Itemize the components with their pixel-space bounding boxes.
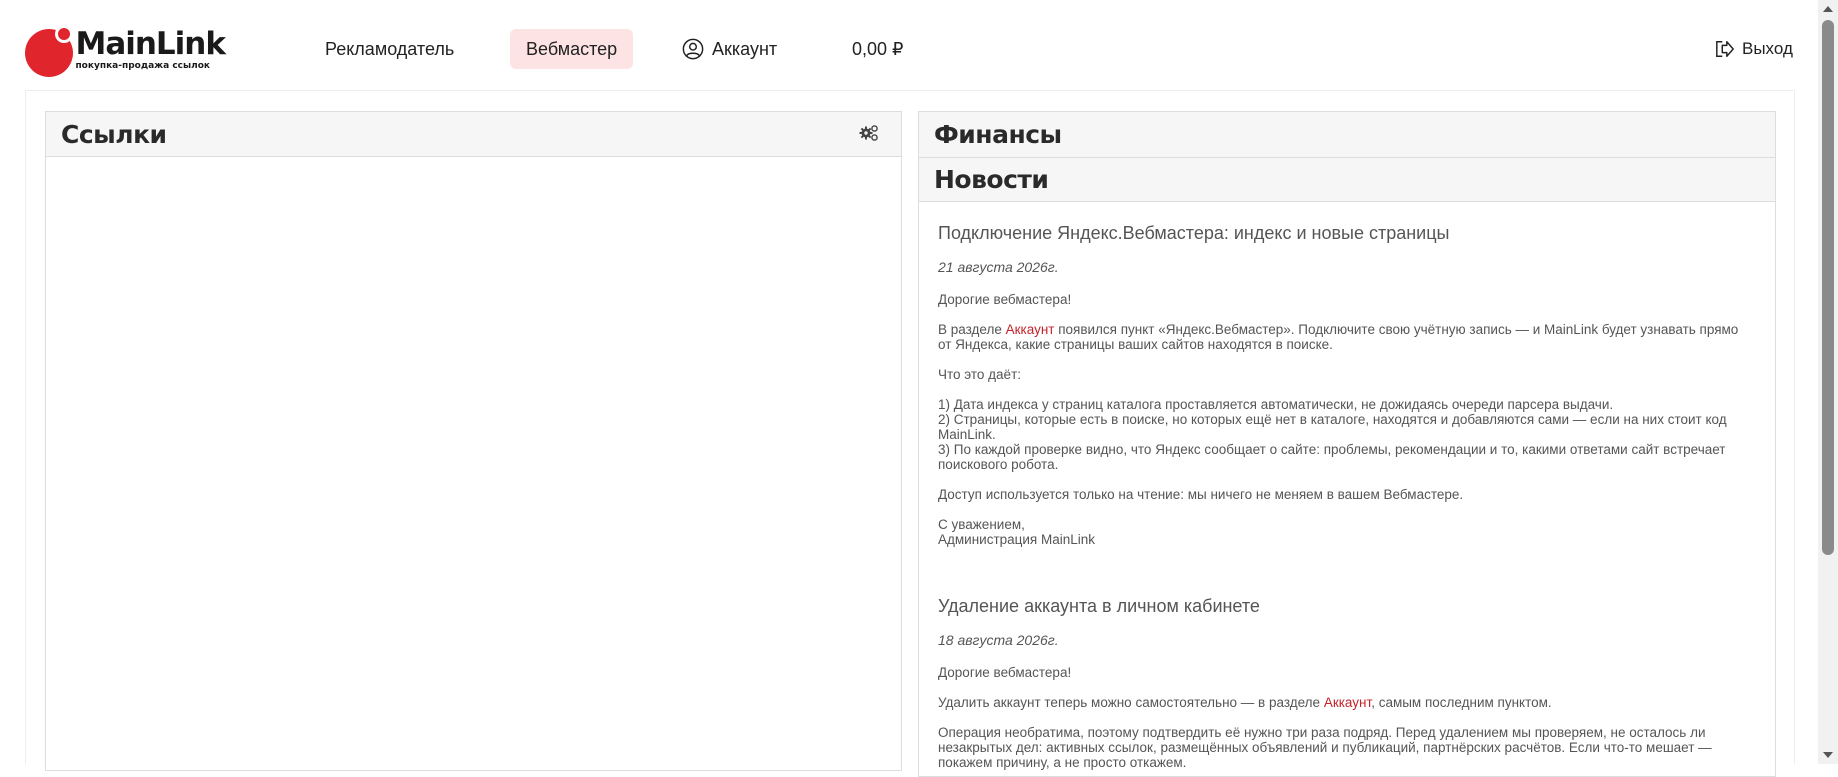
balance[interactable]: 0,00 ₽	[836, 29, 920, 69]
news-item: Подключение Яндекс.Вебмастера: индекс и …	[938, 222, 1755, 547]
logo-title: MainLink	[75, 26, 226, 62]
finance-panel[interactable]: Финансы	[918, 111, 1776, 157]
news-paragraph: Что это даёт:	[938, 367, 1021, 382]
news-paragraph: Удалить аккаунт теперь можно самостоятел…	[938, 695, 1552, 710]
links-title: Ссылки	[61, 119, 167, 149]
news-paragraph: Доступ используется только на чтение: мы…	[938, 487, 1464, 502]
news-signature: С уважением, Администрация MainLink	[938, 517, 1096, 547]
exit-button[interactable]: Выход	[1714, 29, 1793, 69]
news-title: Новости	[934, 165, 1049, 194]
finance-title: Финансы	[934, 120, 1062, 149]
news-paragraph: Операция необратима, поэтому подтвердить…	[938, 725, 1712, 770]
links-panel: Ссылки	[45, 111, 902, 771]
nav-webmaster[interactable]: Вебмастер	[510, 29, 634, 69]
news-item-date: 18 августа 2026г.	[938, 632, 1059, 648]
news-panel: Новости Подключение Яндекс.Вебмастера: и…	[918, 157, 1776, 777]
header: MainLink покупка-продажа ссылок Рекламод…	[0, 0, 1818, 90]
nav-account-label: Аккаунт	[712, 39, 778, 59]
news-item: Удаление аккаунта в личном кабинете 18 а…	[938, 595, 1755, 770]
news-item-date: 21 августа 2026г.	[938, 259, 1059, 275]
logo[interactable]: MainLink покупка-продажа ссылок	[25, 22, 226, 78]
exit-label: Выход	[1742, 39, 1793, 58]
account-link[interactable]: Аккаунт	[1324, 695, 1371, 710]
logo-subtitle: покупка-продажа ссылок	[75, 61, 211, 71]
news-list-block: 1) Дата индекса у страниц каталога прост…	[938, 397, 1727, 472]
news-item-title[interactable]: Удаление аккаунта в личном кабинете	[938, 595, 1755, 617]
logo-mark-icon	[25, 25, 73, 77]
scroll-up-icon[interactable]	[1823, 6, 1833, 12]
exit-icon	[1714, 39, 1736, 59]
nav-account[interactable]: Аккаунт	[666, 29, 793, 69]
news-paragraph: В разделе Аккаунт появился пункт «Яндекс…	[938, 322, 1739, 352]
news-greeting: Дорогие вебмастера!	[938, 292, 1072, 307]
nav-advertiser[interactable]: Рекламодатель	[309, 29, 470, 69]
account-link[interactable]: Аккаунт	[1006, 322, 1055, 337]
news-list: Подключение Яндекс.Вебмастера: индекс и …	[919, 202, 1775, 770]
news-item-title[interactable]: Подключение Яндекс.Вебмастера: индекс и …	[938, 222, 1755, 244]
page-scrollbar[interactable]	[1818, 0, 1838, 764]
gears-icon[interactable]	[859, 124, 879, 144]
main-content: Ссылки Финансы Новости Подключение Яндек…	[25, 90, 1795, 777]
news-greeting: Дорогие вебмастера!	[938, 665, 1072, 680]
scroll-thumb[interactable]	[1822, 20, 1834, 555]
user-circle-icon	[682, 38, 704, 60]
scroll-down-icon[interactable]	[1823, 752, 1833, 758]
